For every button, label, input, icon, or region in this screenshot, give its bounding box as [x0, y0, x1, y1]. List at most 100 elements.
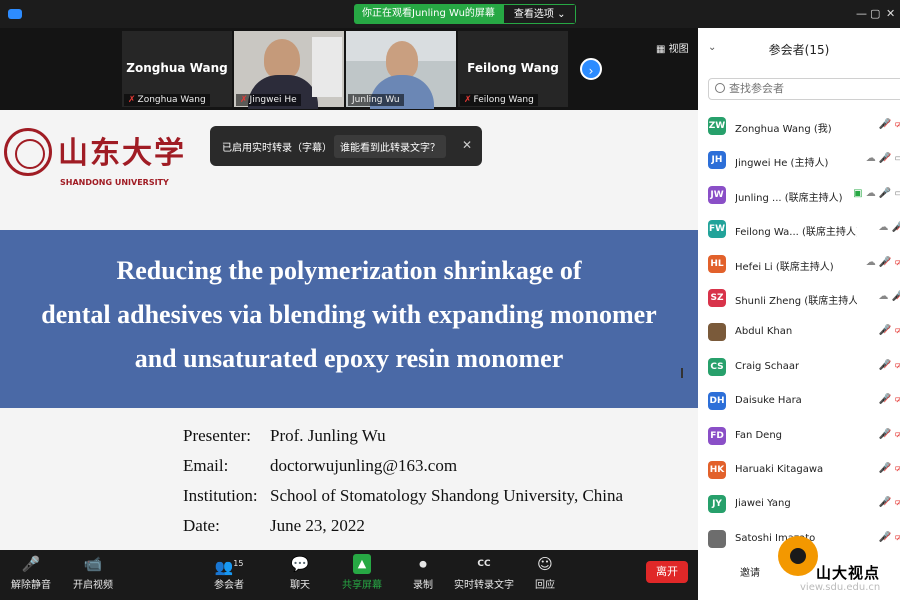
tile-name-tag: ✗ Jingwei He: [236, 94, 301, 106]
share-screen-button[interactable]: ▲ 共享屏幕: [340, 554, 384, 591]
video-off-icon: 📹: [83, 555, 103, 573]
info-label: Institution:: [183, 486, 258, 505]
participant-status-icons: 🎤̸ ▭̸: [878, 325, 900, 337]
close-icon[interactable]: ✕: [886, 8, 895, 20]
meeting-toolbar: 🎤 解除静音 📹 开启视频 👥15 参会者 💬 聊天 ▲ 共享屏幕 ⏺ 录制 C…: [0, 550, 698, 600]
info-value: doctorwujunling@163.com: [270, 456, 458, 475]
participant-row[interactable]: FD Fan Deng 🎤̸ ▭̸: [698, 420, 900, 454]
backdrop-banner: [312, 37, 342, 97]
who-can-see-transcript-button[interactable]: 谁能看到此转录文字？: [334, 135, 446, 158]
participant-name: Shunli Zheng (联席主持人): [735, 295, 857, 307]
transcript-enabled-text: 已启用实时转录（字幕）: [222, 143, 332, 154]
video-tile[interactable]: Feilong Wang ✗ Feilong Wang: [458, 31, 568, 107]
leave-button[interactable]: 离开: [646, 561, 688, 583]
participant-row[interactable]: JW Junling ... (联席主持人) ▣ ☁ 🎤 ▭: [698, 179, 900, 213]
minimize-icon[interactable]: —: [856, 8, 867, 20]
participant-status-icons: ▣ ☁ 🎤 ▭: [853, 187, 900, 199]
participant-name: Junling ... (联席主持人): [735, 192, 843, 204]
zoom-logo-icon: [8, 9, 22, 19]
participant-name: Zonghua Wang (我): [735, 124, 832, 135]
search-box[interactable]: [708, 78, 900, 100]
sdu-logo-icon: [778, 536, 818, 576]
mic-muted-icon: ✗: [464, 95, 472, 105]
participants-icon: 👥15: [214, 558, 244, 576]
info-label: Email:: [183, 456, 229, 475]
close-icon[interactable]: ✕: [462, 138, 472, 152]
mic-muted-icon: ✗: [240, 95, 248, 105]
participant-row[interactable]: Abdul Khan 🎤̸ ▭̸: [698, 316, 900, 350]
info-value: June 23, 2022: [270, 516, 365, 535]
participant-name: Abdul Khan: [735, 326, 793, 338]
unmute-button[interactable]: 🎤 解除静音: [8, 554, 54, 591]
maximize-icon[interactable]: ▢: [870, 8, 880, 20]
slide-title-line: and unsaturated epoxy resin monomer: [134, 344, 564, 373]
email-row: Email: doctorwujunling@163.com: [183, 456, 457, 476]
avatar: JY: [708, 495, 726, 514]
info-label: Date:: [183, 516, 220, 535]
title-bar: 你正在观看Junling Wu的屏幕 查看选项 ⌄ — ▢ ✕: [0, 0, 900, 28]
presenter-row: Presenter: Prof. Junling Wu: [183, 426, 386, 446]
record-icon: ⏺: [419, 555, 427, 573]
participant-row[interactable]: CS Craig Schaar 🎤̸ ▭̸: [698, 351, 900, 385]
participant-row[interactable]: JH Jingwei He (主持人) ☁ 🎤̸ ▭: [698, 144, 900, 178]
avatar: SZ: [708, 288, 726, 307]
live-transcript-button[interactable]: CC 实时转录文字: [452, 554, 516, 591]
participant-row[interactable]: FW Feilong Wa... (联席主持人) ☁ 🎤̸: [698, 213, 900, 247]
chat-icon: 💬: [290, 555, 310, 573]
participant-status-icons: 🎤̸ ▭̸: [878, 359, 900, 371]
video-tile[interactable]: Zonghua Wang ✗ Zonghua Wang: [122, 31, 232, 107]
reactions-button[interactable]: ☺ 回应: [530, 554, 560, 591]
participant-row[interactable]: JY Jiawei Yang 🎤̸ ▭̸: [698, 488, 900, 522]
participant-row[interactable]: HL Hefei Li (联席主持人) ☁ 🎤̸ ▭̸: [698, 248, 900, 282]
avatar: FD: [708, 426, 726, 445]
participant-row[interactable]: SZ Shunli Zheng (联席主持人) ☁ 🎤̸: [698, 282, 900, 316]
search-participants-input[interactable]: [729, 82, 889, 95]
info-value: Prof. Junling Wu: [270, 426, 386, 445]
participant-name: Fan Deng: [735, 429, 783, 441]
info-label: Presenter:: [183, 426, 251, 445]
search-icon: [715, 83, 725, 93]
tile-name-tag: ✗ Zonghua Wang: [124, 94, 210, 106]
participant-name: Jingwei He (主持人): [735, 158, 829, 170]
mouse-cursor-icon: [681, 368, 687, 378]
participant-status-icons: 🎤̸ ▭̸: [878, 497, 900, 509]
institution-row: Institution: School of Stomatology Shand…: [183, 486, 623, 506]
participant-face-video: [386, 41, 418, 79]
participant-face-video: [264, 39, 300, 79]
participant-row[interactable]: HK Haruaki Kitagawa 🎤̸ ▭̸: [698, 454, 900, 488]
info-value: School of Stomatology Shandong Universit…: [270, 486, 624, 505]
video-tile[interactable]: Junling Wu: [346, 31, 456, 109]
tile-name-tag: ✗ Feilong Wang: [460, 94, 538, 106]
participant-list: ZW Zonghua Wang (我) 🎤̸ ▭̸ JH Jingwei He …: [698, 110, 900, 557]
participant-row[interactable]: DH Daisuke Hara 🎤̸ ▭̸: [698, 385, 900, 419]
participant-status-icons: 🎤̸ ▭̸: [878, 462, 900, 474]
tile-center-name: Feilong Wang: [467, 61, 559, 75]
view-options-button[interactable]: 查看选项 ⌄: [502, 4, 577, 24]
participant-name: Jiawei Yang: [735, 498, 791, 510]
participant-row[interactable]: ZW Zonghua Wang (我) 🎤̸ ▭̸: [698, 110, 900, 144]
chat-button[interactable]: 💬 聊天: [282, 554, 318, 591]
invite-button[interactable]: 邀请: [740, 564, 760, 579]
participant-status-icons: ☁ 🎤̸: [878, 290, 900, 302]
view-button[interactable]: ▦ 视图: [656, 40, 689, 55]
shared-slide: 山东大学 SHANDONG UNIVERSITY 已启用实时转录（字幕） 谁能看…: [0, 110, 698, 550]
participants-button[interactable]: 👥15 参会者: [206, 554, 252, 591]
zoom-window: 你正在观看Junling Wu的屏幕 查看选项 ⌄ — ▢ ✕ Zonghua …: [0, 0, 900, 600]
mic-muted-icon: 🎤: [21, 555, 41, 573]
avatar: DH: [708, 392, 726, 411]
avatar: ZW: [708, 117, 726, 135]
participant-status-icons: ☁ 🎤̸ ▭̸: [865, 256, 900, 268]
watermark-name: 山大视点: [816, 564, 881, 582]
participant-status-icons: ☁ 🎤̸ ▭: [865, 153, 900, 165]
slide-title-line: dental adhesives via blending with expan…: [41, 300, 657, 329]
start-video-button[interactable]: 📹 开启视频: [70, 554, 116, 591]
avatar: JH: [708, 151, 726, 170]
next-page-button[interactable]: ›: [580, 58, 602, 80]
record-button[interactable]: ⏺ 录制: [408, 554, 438, 591]
tile-name-tag: Junling Wu: [348, 94, 404, 106]
participants-panel: ⌄ 参会者(15) ZW Zonghua Wang (我) 🎤̸ ▭̸ JH J…: [698, 28, 900, 600]
date-row: Date: June 23, 2022: [183, 516, 365, 536]
video-tile[interactable]: ✗ Jingwei He: [234, 31, 344, 109]
avatar: HK: [708, 460, 726, 479]
avatar: CS: [708, 357, 726, 376]
